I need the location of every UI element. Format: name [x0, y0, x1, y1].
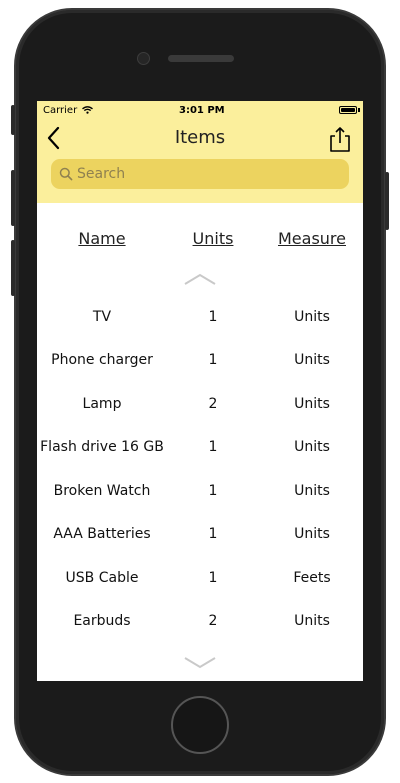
wifi-icon [82, 106, 94, 114]
nav-header: Carrier 3:01 PM Items Search [37, 101, 363, 203]
item-name: Flash drive 16 GB [40, 439, 164, 455]
volume-up-button [11, 170, 15, 226]
item-units: 1 [208, 570, 218, 586]
item-measure: Units [294, 352, 330, 368]
column-header-measure[interactable]: Measure [277, 229, 347, 248]
list-item[interactable]: Broken Watch 1 Units [37, 483, 363, 503]
item-measure: Units [294, 309, 330, 325]
item-name: Earbuds [73, 613, 131, 629]
column-header-units[interactable]: Units [189, 229, 237, 248]
item-name: Broken Watch [53, 483, 151, 499]
app-screen: Carrier 3:01 PM Items Search Name Units … [37, 101, 363, 681]
item-name: USB Cable [65, 570, 139, 586]
item-units: 1 [208, 352, 218, 368]
status-time: 3:01 PM [179, 105, 225, 116]
item-units: 2 [208, 396, 218, 412]
list-item[interactable]: TV 1 Units [37, 309, 363, 329]
search-input[interactable]: Search [51, 159, 349, 189]
item-measure: Feets [293, 570, 331, 586]
item-measure: Units [294, 526, 330, 542]
list-item[interactable]: Phone charger 1 Units [37, 352, 363, 372]
status-bar: Carrier 3:01 PM [37, 101, 363, 121]
list-item[interactable]: Lamp 2 Units [37, 396, 363, 416]
list-item[interactable]: AAA Batteries 1 Units [37, 526, 363, 546]
item-units: 1 [208, 526, 218, 542]
search-placeholder: Search [77, 166, 126, 182]
item-measure: Units [294, 483, 330, 499]
item-units: 1 [208, 439, 218, 455]
magnifier-icon [59, 167, 73, 181]
item-measure: Units [294, 613, 330, 629]
item-measure: Units [294, 396, 330, 412]
earpiece-speaker [168, 55, 234, 62]
column-header-name[interactable]: Name [37, 229, 167, 248]
chevron-down-icon[interactable] [184, 657, 216, 669]
home-button[interactable] [171, 696, 229, 754]
chevron-up-icon[interactable] [184, 273, 216, 285]
item-measure: Units [294, 439, 330, 455]
mute-switch [11, 105, 15, 135]
power-button [385, 172, 389, 230]
item-units: 2 [208, 613, 218, 629]
volume-down-button [11, 240, 15, 296]
item-name: TV [92, 309, 112, 325]
item-name: Lamp [82, 396, 122, 412]
battery-icon [339, 106, 357, 114]
list-item[interactable]: USB Cable 1 Feets [37, 570, 363, 590]
carrier-label: Carrier [43, 105, 94, 116]
item-units: 1 [208, 309, 218, 325]
share-icon[interactable] [327, 125, 353, 153]
battery-cap [358, 108, 360, 112]
page-title: Items [174, 127, 226, 148]
front-camera [137, 52, 150, 65]
item-units: 1 [208, 483, 218, 499]
item-name: AAA Batteries [53, 526, 151, 542]
list-item[interactable]: Flash drive 16 GB 1 Units [37, 439, 363, 459]
item-name: Phone charger [51, 352, 153, 368]
list-item[interactable]: Earbuds 2 Units [37, 613, 363, 633]
